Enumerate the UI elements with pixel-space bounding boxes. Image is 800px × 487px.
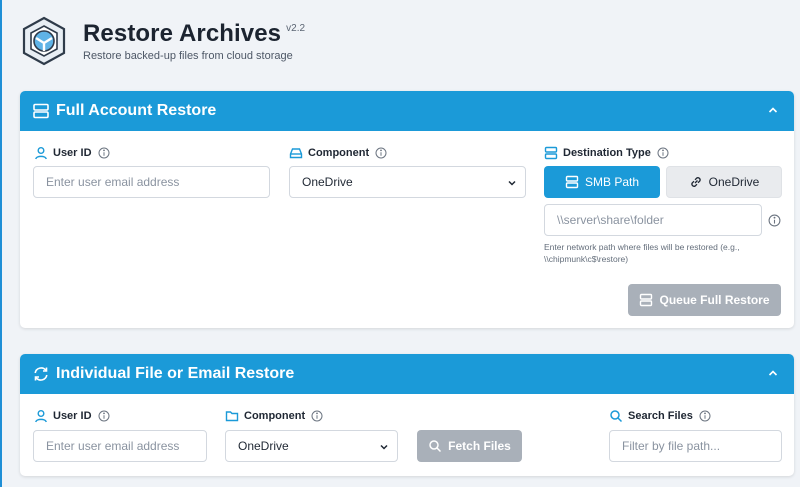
- component-label: Component: [289, 146, 387, 160]
- destination-type-label: Destination Type: [544, 146, 669, 160]
- component-select[interactable]: OneDrive: [225, 430, 398, 462]
- component-select-value: OneDrive: [302, 175, 353, 189]
- fetch-files-button[interactable]: Fetch Files: [417, 430, 522, 462]
- search-icon: [428, 439, 442, 453]
- full-restore-title: Full Account Restore: [56, 102, 217, 119]
- chevron-up-icon[interactable]: [766, 103, 780, 117]
- page-subtitle: Restore backed-up files from cloud stora…: [83, 50, 293, 62]
- info-icon[interactable]: [311, 410, 323, 422]
- server-icon: [544, 146, 558, 160]
- chevron-down-icon: [507, 178, 517, 188]
- component-label: Component: [225, 409, 323, 423]
- info-icon[interactable]: [768, 214, 781, 227]
- user-id-input[interactable]: [33, 166, 270, 198]
- link-icon: [689, 175, 703, 189]
- server-icon: [639, 293, 653, 307]
- queue-full-restore-button[interactable]: Queue Full Restore: [628, 284, 781, 316]
- user-id-label: User ID: [34, 409, 110, 423]
- refresh-icon: [32, 365, 50, 383]
- individual-restore-title: Individual File or Email Restore: [56, 365, 295, 382]
- user-id-input[interactable]: [33, 430, 207, 462]
- folder-icon: [225, 409, 239, 423]
- full-restore-card: Full Account Restore User ID Component O…: [20, 91, 794, 328]
- user-icon: [34, 409, 48, 423]
- search-files-input[interactable]: [609, 430, 782, 462]
- individual-restore-card: Individual File or Email Restore User ID…: [20, 354, 794, 476]
- info-icon[interactable]: [98, 147, 110, 159]
- user-icon: [34, 146, 48, 160]
- chevron-down-icon: [379, 442, 389, 452]
- component-select-value: OneDrive: [238, 439, 289, 453]
- info-icon[interactable]: [699, 410, 711, 422]
- smb-path-button[interactable]: SMB Path: [544, 166, 660, 198]
- component-select[interactable]: OneDrive: [289, 166, 526, 198]
- path-hint: Enter network path where files will be r…: [544, 242, 740, 264]
- search-files-label: Search Files: [609, 409, 711, 423]
- user-id-label: User ID: [34, 146, 110, 160]
- server-icon: [565, 175, 579, 189]
- server-icon: [32, 102, 50, 120]
- search-icon: [609, 409, 623, 423]
- info-icon[interactable]: [657, 147, 669, 159]
- info-icon[interactable]: [375, 147, 387, 159]
- full-restore-header[interactable]: Full Account Restore: [20, 91, 794, 131]
- app-header: Restore Archives v2.2 Restore backed-up …: [20, 14, 780, 74]
- archive-logo-icon: [20, 16, 68, 66]
- info-icon[interactable]: [98, 410, 110, 422]
- title-block: Restore Archives v2.2 Restore backed-up …: [83, 20, 305, 62]
- drive-icon: [289, 146, 303, 160]
- window-edge: [0, 0, 2, 487]
- onedrive-button[interactable]: OneDrive: [666, 166, 782, 198]
- version-badge: v2.2: [286, 23, 306, 34]
- smb-path-input[interactable]: [544, 204, 762, 236]
- page-title: Restore Archives: [83, 20, 282, 47]
- chevron-up-icon[interactable]: [766, 366, 780, 380]
- individual-restore-header[interactable]: Individual File or Email Restore: [20, 354, 794, 394]
